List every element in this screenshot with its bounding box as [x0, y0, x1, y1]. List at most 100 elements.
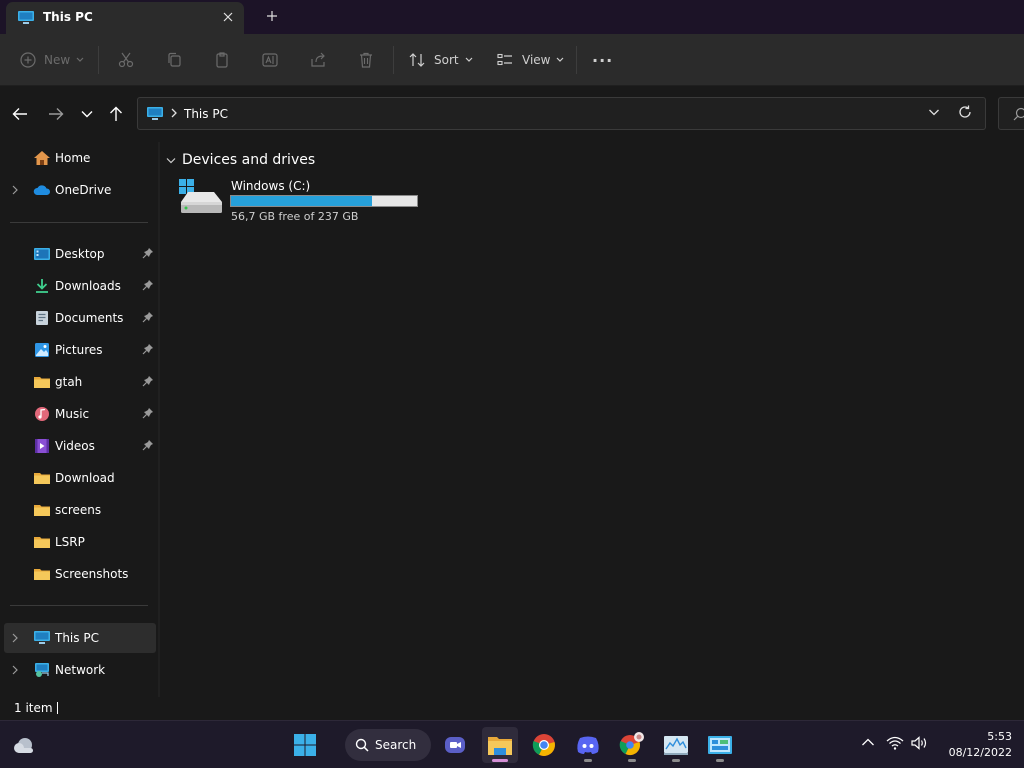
sidebar-item-label: Downloads — [55, 279, 121, 293]
pin-icon[interactable] — [142, 375, 154, 387]
pin-icon[interactable] — [142, 311, 154, 323]
up-button[interactable] — [106, 104, 126, 124]
control-panel-button[interactable] — [702, 727, 738, 763]
weather-widget[interactable] — [6, 727, 42, 763]
sidebar-item-downloads[interactable]: Downloads — [4, 271, 156, 301]
pin-icon[interactable] — [142, 343, 154, 355]
onedrive-icon — [33, 185, 51, 195]
home-icon — [34, 151, 50, 165]
sidebar-item-download[interactable]: Download — [4, 463, 156, 493]
search-icon — [1013, 107, 1024, 121]
sidebar-item-screens[interactable]: screens — [4, 495, 156, 525]
see-more-button[interactable]: ··· — [592, 48, 613, 72]
file-explorer-icon — [488, 737, 512, 755]
chrome-button[interactable] — [526, 727, 562, 763]
sidebar-item-gtah[interactable]: gtah — [4, 367, 156, 397]
sidebar-divider — [10, 605, 148, 606]
group-header-devices[interactable]: Devices and drives — [166, 152, 315, 168]
running-indicator — [716, 759, 724, 762]
taskbar-search[interactable]: Search — [345, 729, 431, 761]
chrome-profile-button[interactable] — [614, 727, 650, 763]
sidebar-item-label: This PC — [55, 631, 99, 645]
more-options-icon: ··· — [592, 50, 614, 70]
file-explorer-button[interactable] — [482, 727, 518, 763]
sort-icon — [409, 53, 425, 67]
close-tab-icon[interactable] — [218, 7, 238, 27]
content-area: Devices and drives Windows (C:) 56,7 GB … — [160, 142, 1024, 697]
chevron-right-icon[interactable] — [11, 184, 19, 196]
sidebar-item-home[interactable]: Home — [4, 143, 156, 173]
trash-icon — [360, 52, 372, 68]
delete-button[interactable] — [357, 48, 375, 72]
forward-button[interactable] — [46, 104, 66, 124]
sidebar-item-label: Home — [55, 151, 91, 165]
address-dropdown-icon[interactable] — [928, 106, 940, 121]
resource-monitor-button[interactable] — [658, 727, 694, 763]
pictures-icon — [35, 343, 49, 357]
sidebar-item-label: Network — [55, 663, 106, 677]
drive-item[interactable]: Windows (C:) 56,7 GB free of 237 GB — [178, 178, 428, 228]
rename-button[interactable] — [261, 48, 279, 72]
toolbar-divider — [576, 46, 577, 74]
sidebar-item-label: gtah — [55, 375, 83, 389]
sidebar-item-label: Pictures — [55, 343, 103, 357]
sidebar-item-label: Download — [55, 471, 115, 485]
sidebar-item-desktop[interactable]: Desktop — [4, 239, 156, 269]
sort-label: Sort — [434, 53, 459, 67]
sidebar-divider — [10, 222, 148, 223]
view-button[interactable]: View — [496, 48, 564, 72]
chrome-icon — [532, 734, 555, 756]
scissors-icon — [118, 52, 134, 68]
chevron-down-icon — [81, 111, 93, 118]
active-indicator — [492, 759, 508, 762]
paste-icon — [216, 52, 228, 68]
new-tab-button[interactable] — [262, 6, 282, 26]
sidebar-item-videos[interactable]: Videos — [4, 431, 156, 461]
toolbar-divider — [393, 46, 394, 74]
back-button[interactable] — [10, 104, 30, 124]
sidebar-item-network[interactable]: Network — [4, 655, 156, 685]
volume-icon[interactable] — [911, 736, 929, 753]
item-count: 1 item — [14, 701, 53, 715]
refresh-icon[interactable] — [958, 105, 972, 122]
sidebar-item-label: Screenshots — [55, 567, 129, 581]
sidebar-item-screenshots[interactable]: Screenshots — [4, 559, 156, 589]
breadcrumb[interactable]: This PC — [184, 107, 228, 121]
chevron-right-icon[interactable] — [11, 632, 19, 644]
discord-button[interactable] — [570, 727, 606, 763]
search-icon — [355, 738, 369, 752]
cut-button[interactable] — [117, 48, 135, 72]
sidebar-item-onedrive[interactable]: OneDrive — [4, 175, 156, 205]
teams-chat-button[interactable] — [437, 727, 473, 763]
pin-icon[interactable] — [142, 279, 154, 291]
search-box[interactable] — [998, 97, 1024, 130]
downloads-icon — [36, 279, 48, 293]
pin-icon[interactable] — [142, 407, 154, 419]
arrow-left-icon — [12, 108, 27, 120]
start-button[interactable] — [287, 727, 323, 763]
sidebar-item-this-pc[interactable]: This PC — [4, 623, 156, 653]
pin-icon[interactable] — [142, 439, 154, 451]
new-button[interactable]: New — [20, 48, 84, 72]
running-indicator — [584, 759, 592, 762]
this-pc-icon — [146, 106, 164, 125]
sidebar-item-music[interactable]: Music — [4, 399, 156, 429]
share-button[interactable] — [309, 48, 327, 72]
copy-button[interactable] — [165, 48, 183, 72]
chevron-down-icon — [76, 57, 84, 62]
sidebar-item-lsrp[interactable]: LSRP — [4, 527, 156, 557]
sidebar-item-documents[interactable]: Documents — [4, 303, 156, 333]
sidebar-item-pictures[interactable]: Pictures — [4, 335, 156, 365]
tab-this-pc[interactable]: This PC — [6, 2, 244, 34]
recent-locations-button[interactable] — [77, 104, 97, 124]
sidebar-item-label: Music — [55, 407, 90, 421]
chevron-right-icon[interactable] — [11, 664, 19, 676]
sort-button[interactable]: Sort — [408, 48, 473, 72]
clock[interactable]: 5:53 08/12/2022 — [932, 729, 1012, 761]
pin-icon[interactable] — [142, 247, 154, 259]
address-bar[interactable]: This PC — [137, 97, 986, 130]
paste-button[interactable] — [213, 48, 231, 72]
wifi-icon[interactable] — [886, 736, 904, 753]
show-hidden-icons-icon[interactable] — [861, 736, 875, 750]
chevron-down-icon — [465, 57, 473, 62]
